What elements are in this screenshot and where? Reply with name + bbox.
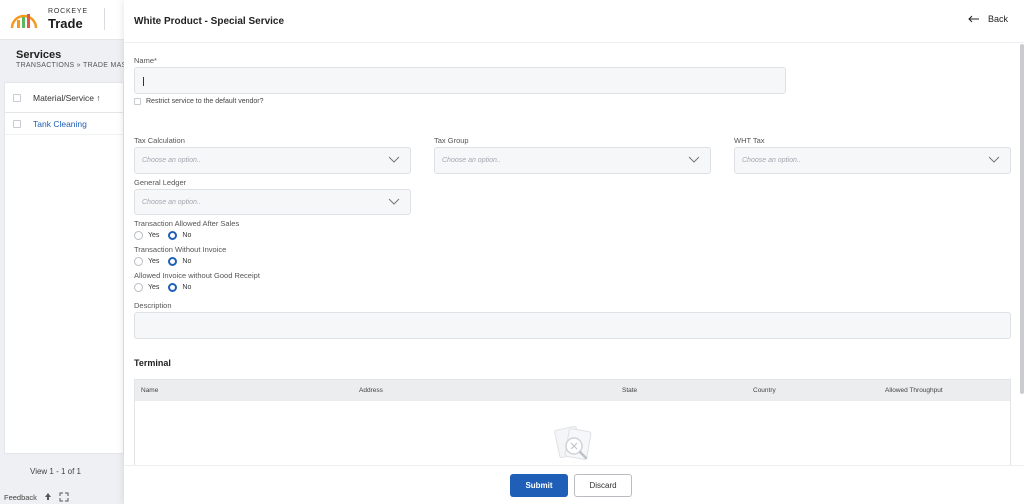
radio-no-label: No [182,258,192,265]
chevron-down-icon [388,156,400,163]
general-ledger-label: General Ledger [134,178,187,187]
background-app: ROCKEYE Trade Services TRANSACTIONS » TR… [0,0,131,504]
column-allowed-throughput[interactable]: Allowed Throughput [885,387,943,394]
table-row[interactable]: Tank Cleaning [5,113,123,135]
back-button[interactable]: Back [968,14,1008,24]
row-checkbox[interactable] [13,119,21,128]
drawer-footer: Submit Discard [124,465,1024,504]
feedback-label[interactable]: Feedback [4,493,37,502]
transaction-after-sales-radios: Yes No [134,231,191,240]
radio-yes[interactable] [134,231,143,240]
brand-bottom: Trade [48,16,83,31]
tax-calculation-label: Tax Calculation [134,136,185,145]
page-title: Services [16,49,62,61]
name-input[interactable] [134,67,786,94]
row-link[interactable]: Tank Cleaning [33,119,87,129]
logo-icon [10,14,38,29]
recycle-icon[interactable] [43,492,53,502]
description-input[interactable] [134,312,1011,339]
column-country[interactable]: Country [753,387,776,394]
drawer-title: White Product - Special Service [134,16,285,27]
restrict-vendor-checkbox[interactable] [134,98,141,105]
radio-yes[interactable] [134,283,143,292]
terminal-title: Terminal [134,358,171,368]
drawer-header: White Product - Special Service Back [124,0,1024,43]
radio-yes-label: Yes [148,284,160,291]
divider [104,8,105,30]
fullscreen-icon[interactable] [59,492,69,502]
feedback-bar: Feedback [4,492,69,502]
radio-no-selected[interactable] [168,257,178,266]
column-state[interactable]: State [622,387,637,394]
general-ledger-select[interactable]: Choose an option.. [134,189,411,215]
text-caret [143,77,144,86]
tax-calculation-placeholder: Choose an option.. [142,157,201,164]
invoice-without-receipt-label: Allowed Invoice without Good Receipt [134,271,260,280]
table-header: Name Address State Country Allowed Throu… [135,380,1010,401]
radio-no-selected[interactable] [168,231,178,240]
select-all-checkbox[interactable] [13,93,21,102]
radio-yes-label: Yes [148,232,160,239]
tax-group-label: Tax Group [434,136,469,145]
wht-tax-select[interactable]: Choose an option.. [734,147,1011,174]
service-drawer: White Product - Special Service Back Nam… [124,0,1024,504]
transaction-without-invoice-label: Transaction Without Invoice [134,245,227,254]
column-name[interactable]: Name [141,387,158,394]
top-bar: ROCKEYE Trade [0,0,124,40]
transaction-without-invoice-radios: Yes No [134,257,191,266]
name-label: Name* [134,56,157,65]
wht-tax-placeholder: Choose an option.. [742,157,801,164]
chevron-down-icon [388,198,400,205]
radio-yes-label: Yes [148,258,160,265]
column-material-service[interactable]: Material/Service ↑ [33,93,101,103]
submit-button[interactable]: Submit [510,474,568,497]
general-ledger-placeholder: Choose an option.. [142,199,201,206]
services-grid: Material/Service ↑ Tank Cleaning [4,82,124,454]
description-label: Description [134,301,172,310]
terminal-table: Name Address State Country Allowed Throu… [134,379,1011,469]
radio-no-selected[interactable] [168,283,178,292]
brand-top: ROCKEYE [48,8,88,15]
radio-no-label: No [182,284,192,291]
column-address[interactable]: Address [359,387,383,394]
grid-header[interactable]: Material/Service ↑ [5,83,123,113]
chevron-down-icon [688,156,700,163]
restrict-vendor-label: Restrict service to the default vendor? [146,98,264,105]
arrow-left-icon [968,15,979,23]
pagination-info: View 1 - 1 of 1 [30,467,81,476]
discard-button[interactable]: Discard [574,474,632,497]
tax-group-select[interactable]: Choose an option.. [434,147,711,174]
breadcrumb[interactable]: TRANSACTIONS » TRADE MAST [16,62,131,69]
transaction-after-sales-label: Transaction Allowed After Sales [134,219,240,228]
restrict-vendor-option[interactable]: Restrict service to the default vendor? [134,98,264,105]
radio-yes[interactable] [134,257,143,266]
radio-no-label: No [182,232,192,239]
scrollbar[interactable] [1020,44,1024,394]
empty-state-icon [554,425,592,460]
back-label: Back [987,14,1008,24]
wht-tax-label: WHT Tax [734,136,765,145]
invoice-without-receipt-radios: Yes No [134,283,191,292]
tax-calculation-select[interactable]: Choose an option.. [134,147,411,174]
tax-group-placeholder: Choose an option.. [442,157,501,164]
chevron-down-icon [988,156,1000,163]
